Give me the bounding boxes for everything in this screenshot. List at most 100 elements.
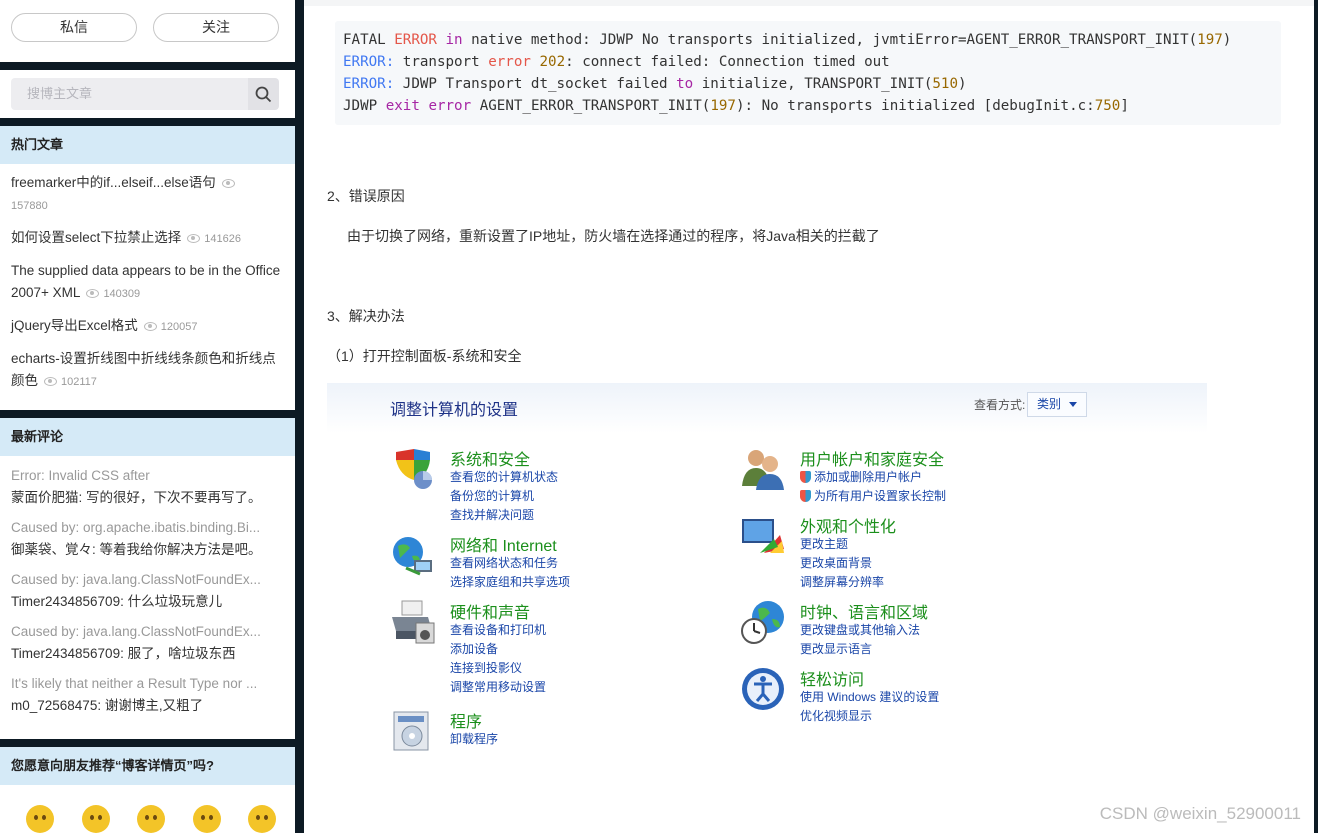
uac-shield-icon — [800, 471, 811, 483]
paragraph: （1）打开控制面板-系统和安全 — [327, 348, 522, 364]
sidebar: 私信 关注 搜博主文章 热门文章 freemarker中的if...elseif… — [0, 0, 296, 833]
category-link[interactable]: 使用 Windows 建议的设置 — [800, 688, 939, 705]
programs-icon — [393, 711, 429, 751]
search-icon — [255, 86, 272, 102]
comment-item[interactable]: It's likely that neither a Result Type n… — [11, 673, 284, 717]
category-link[interactable]: 优化视频显示 — [800, 707, 872, 724]
control-panel-image: 调整计算机的设置 查看方式: 类别 系统和安全 查看您的计算机状态 备份您的计算… — [327, 383, 1207, 760]
comment-article[interactable]: Error: Invalid CSS after — [11, 465, 284, 486]
comment-text[interactable]: m0_72568475: 谢谢博主,又粗了 — [11, 694, 284, 717]
clock-language-icon — [741, 601, 784, 644]
hot-article-item[interactable]: echarts-设置折线图中折线线条颜色和折线点颜色 102117 — [11, 348, 284, 393]
code-line: FATAL ERROR in native method: JDWP No tr… — [343, 32, 1232, 48]
comment-item[interactable]: Caused by: org.apache.ibatis.binding.Bi.… — [11, 517, 284, 561]
category-link[interactable]: 查看网络状态和任务 — [450, 554, 558, 571]
divider — [304, 0, 1318, 6]
hot-article-title[interactable]: The supplied data appears to be in the O… — [11, 263, 280, 300]
comment-item[interactable]: Error: Invalid CSS after 蒙面价肥猫: 写的很好，下次不要… — [11, 465, 284, 509]
search-button[interactable] — [248, 78, 279, 110]
system-security-icon — [396, 449, 432, 489]
section-heading: 3、解决办法 — [327, 308, 405, 324]
hot-article-title[interactable]: jQuery导出Excel格式 — [11, 318, 138, 333]
comment-text[interactable]: Timer2434856709: 什么垃圾玩意儿 — [11, 590, 284, 613]
latest-comments-title: 最新评论 — [0, 418, 295, 456]
comment-text[interactable]: 御薬袋、覚々: 等着我给你解决方法是吧。 — [11, 538, 284, 561]
appearance-icon — [742, 519, 784, 553]
category-link[interactable]: 添加或删除用户帐户 — [800, 468, 922, 485]
ease-of-access-icon — [742, 668, 784, 710]
code-line: JDWP exit error AGENT_ERROR_TRANSPORT_IN… — [343, 98, 1129, 114]
angry-emoji-icon[interactable] — [26, 805, 54, 833]
hot-article-item[interactable]: jQuery导出Excel格式 120057 — [11, 315, 284, 338]
comment-article[interactable]: Caused by: org.apache.ibatis.binding.Bi.… — [11, 517, 284, 538]
view-count: 102117 — [61, 376, 97, 388]
hot-articles-title: 热门文章 — [0, 126, 295, 164]
category-link[interactable]: 选择家庭组和共享选项 — [450, 573, 570, 590]
message-button[interactable]: 私信 — [11, 13, 137, 42]
latest-comments-card: 最新评论 Error: Invalid CSS after 蒙面价肥猫: 写的很好… — [0, 418, 295, 739]
view-count: 120057 — [160, 321, 198, 333]
laugh-emoji-icon[interactable] — [248, 805, 276, 833]
confused-emoji-icon[interactable] — [81, 805, 110, 833]
hardware-sound-icon — [392, 600, 435, 644]
comment-article[interactable]: It's likely that neither a Result Type n… — [11, 673, 284, 694]
watermark: CSDN @weixin_52900011 — [1099, 804, 1301, 823]
hot-article-title[interactable]: freemarker中的if...elseif...else语句 — [11, 175, 216, 190]
hot-article-item[interactable]: freemarker中的if...elseif...else语句 157880 — [11, 172, 284, 217]
author-actions-card: 私信 关注 — [0, 0, 295, 62]
code-line: ERROR: JDWP Transport dt_socket failed t… — [343, 76, 967, 92]
follow-button[interactable]: 关注 — [153, 13, 279, 42]
category-link[interactable]: 为所有用户设置家长控制 — [800, 487, 946, 504]
eye-icon — [187, 233, 201, 243]
category-link[interactable]: 添加设备 — [450, 640, 498, 657]
category-title[interactable]: 系统和安全 — [450, 446, 530, 470]
category-title[interactable]: 外观和个性化 — [800, 513, 896, 537]
comment-item[interactable]: Caused by: java.lang.ClassNotFoundEx... T… — [11, 621, 284, 665]
view-by-dropdown[interactable]: 类别 — [1027, 392, 1087, 417]
view-count: 157880 — [11, 200, 48, 212]
category-link[interactable]: 调整常用移动设置 — [450, 678, 546, 695]
code-line: ERROR: transport error 202: connect fail… — [343, 54, 890, 70]
comment-text[interactable]: Timer2434856709: 服了，啥垃圾东西 — [11, 642, 284, 665]
category-link[interactable]: 更改桌面背景 — [800, 554, 872, 571]
code-block: FATAL ERROR in native method: JDWP No tr… — [335, 21, 1281, 125]
hot-article-item[interactable]: The supplied data appears to be in the O… — [11, 260, 284, 305]
recommend-title: 您愿意向朋友推荐“博客详情页”吗? — [0, 747, 295, 785]
category-title[interactable]: 轻松访问 — [800, 666, 864, 690]
eye-icon — [86, 288, 100, 298]
comment-article[interactable]: Caused by: java.lang.ClassNotFoundEx... — [11, 621, 284, 642]
page-edge — [1314, 0, 1318, 833]
category-link[interactable]: 更改主题 — [800, 535, 848, 552]
category-title[interactable]: 程序 — [450, 708, 482, 732]
recommend-card: 您愿意向朋友推荐“博客详情页”吗? — [0, 747, 295, 833]
paragraph: 由于切换了网络，重新设置了IP地址，防火墙在选择通过的程序，将Java相关的拦截… — [347, 228, 880, 244]
hot-article-title[interactable]: 如何设置select下拉禁止选择 — [11, 230, 181, 245]
category-link[interactable]: 更改显示语言 — [800, 640, 872, 657]
comment-text[interactable]: 蒙面价肥猫: 写的很好，下次不要再写了。 — [11, 486, 284, 509]
category-link[interactable]: 调整屏幕分辨率 — [800, 573, 884, 590]
view-by-label: 查看方式: — [974, 398, 1026, 412]
comment-item[interactable]: Caused by: java.lang.ClassNotFoundEx... T… — [11, 569, 284, 613]
neutral-emoji-icon[interactable] — [137, 805, 165, 833]
control-panel-title: 调整计算机的设置 — [390, 402, 519, 419]
smile-emoji-icon[interactable] — [192, 805, 221, 833]
category-link[interactable]: 查找并解决问题 — [450, 506, 534, 523]
category-title[interactable]: 网络和 Internet — [450, 532, 557, 556]
category-link[interactable]: 更改键盘或其他输入法 — [800, 621, 920, 638]
category-title[interactable]: 硬件和声音 — [450, 599, 530, 623]
user-accounts-icon — [742, 450, 784, 490]
category-link[interactable]: 连接到投影仪 — [450, 659, 522, 676]
search-input[interactable]: 搜博主文章 — [11, 78, 248, 110]
category-title[interactable]: 时钟、语言和区域 — [800, 599, 928, 623]
category-title[interactable]: 用户帐户和家庭安全 — [800, 446, 944, 470]
hot-article-item[interactable]: 如何设置select下拉禁止选择 141626 — [11, 227, 284, 250]
category-link[interactable]: 查看您的计算机状态 — [450, 468, 558, 485]
category-link[interactable]: 卸载程序 — [450, 730, 498, 747]
section-heading: 2、错误原因 — [327, 188, 405, 204]
hot-articles-card: 热门文章 freemarker中的if...elseif...else语句 157… — [0, 126, 295, 410]
eye-icon — [143, 321, 157, 331]
comment-article[interactable]: Caused by: java.lang.ClassNotFoundEx... — [11, 569, 284, 590]
category-link[interactable]: 查看设备和打印机 — [450, 621, 546, 638]
eye-icon — [221, 178, 235, 188]
category-link[interactable]: 备份您的计算机 — [450, 487, 534, 504]
